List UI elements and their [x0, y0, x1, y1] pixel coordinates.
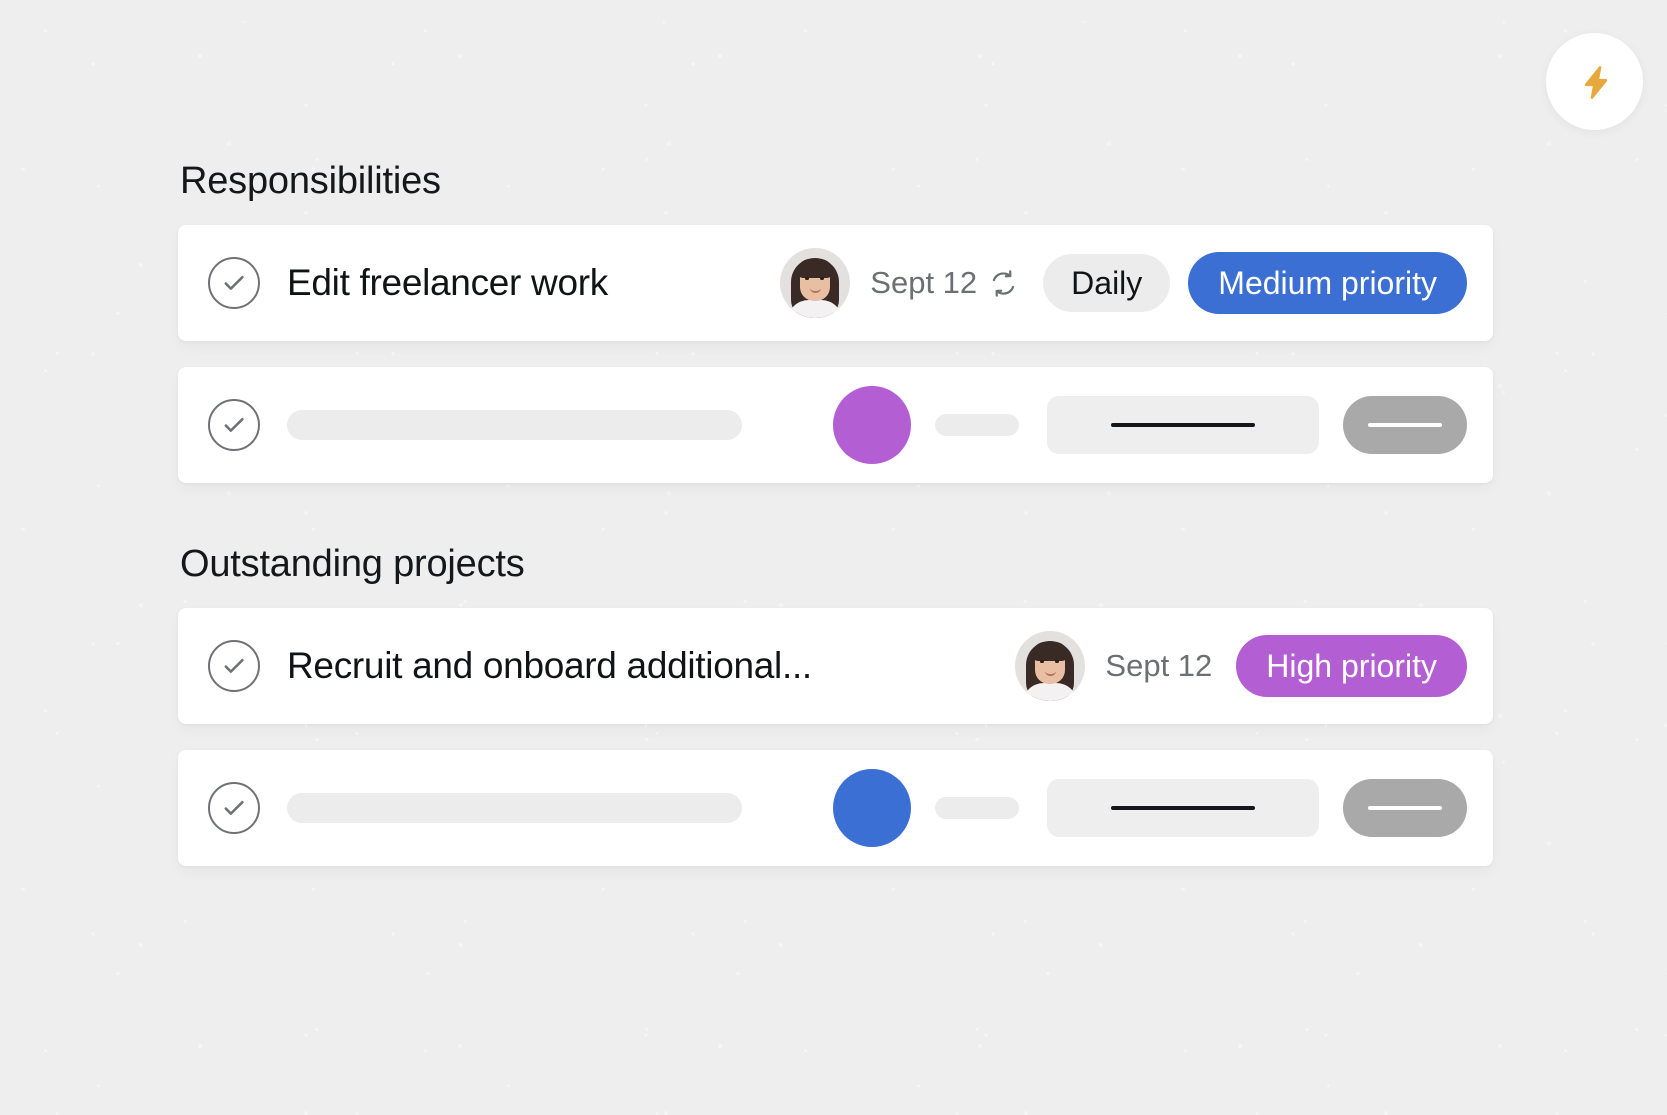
check-circle-icon[interactable] — [208, 640, 260, 692]
section-responsibilities: Responsibilities Edit freelancer work Se… — [178, 160, 1493, 483]
check-circle-icon[interactable] — [208, 399, 260, 451]
task-metadata: Sept 12 High priority — [1015, 631, 1467, 701]
due-date[interactable]: Sept 12 — [1105, 648, 1212, 684]
check-circle-icon[interactable] — [208, 257, 260, 309]
placeholder-priority-pill — [1343, 396, 1467, 454]
lightning-bolt-icon — [1576, 63, 1614, 101]
placeholder-title-bar — [287, 410, 742, 440]
placeholder-date-bar — [935, 797, 1019, 819]
task-row-edit-freelancer-work[interactable]: Edit freelancer work Sept 12 Daily Mediu… — [178, 225, 1493, 341]
recurrence-pill[interactable]: Daily — [1043, 254, 1171, 312]
task-title: Edit freelancer work — [287, 262, 608, 303]
task-metadata: Sept 12 Daily Medium priority — [780, 248, 1467, 318]
avatar — [780, 248, 851, 318]
section-title-outstanding-projects: Outstanding projects — [180, 543, 525, 585]
placeholder-priority-pill — [1343, 779, 1467, 837]
placeholder-avatar-dot — [833, 386, 911, 464]
check-circle-icon[interactable] — [208, 782, 260, 834]
placeholder-dash — [1111, 806, 1255, 810]
placeholder-dash — [1368, 423, 1442, 427]
placeholder-metadata — [833, 386, 1467, 464]
task-row-placeholder[interactable] — [178, 367, 1493, 483]
task-row-placeholder[interactable] — [178, 750, 1493, 866]
placeholder-metadata — [833, 769, 1467, 847]
avatar — [1015, 631, 1086, 701]
placeholder-avatar-dot — [833, 769, 911, 847]
priority-badge[interactable]: Medium priority — [1188, 252, 1467, 314]
priority-badge[interactable]: High priority — [1236, 635, 1467, 697]
placeholder-recurrence-pill — [1047, 396, 1319, 454]
section-outstanding-projects: Outstanding projects Recruit and onboard… — [178, 543, 1493, 866]
placeholder-dash — [1111, 423, 1255, 427]
section-title-responsibilities: Responsibilities — [180, 160, 441, 202]
placeholder-dash — [1368, 806, 1442, 810]
task-row-recruit-and-onboard[interactable]: Recruit and onboard additional... Sept 1… — [178, 608, 1493, 724]
placeholder-date-bar — [935, 414, 1019, 436]
repeat-icon — [988, 268, 1019, 299]
due-date[interactable]: Sept 12 — [870, 265, 977, 301]
task-title: Recruit and onboard additional... — [287, 645, 812, 686]
task-board: Responsibilities Edit freelancer work Se… — [178, 160, 1493, 866]
placeholder-title-bar — [287, 793, 742, 823]
lightning-action-button[interactable] — [1546, 33, 1643, 130]
placeholder-recurrence-pill — [1047, 779, 1319, 837]
